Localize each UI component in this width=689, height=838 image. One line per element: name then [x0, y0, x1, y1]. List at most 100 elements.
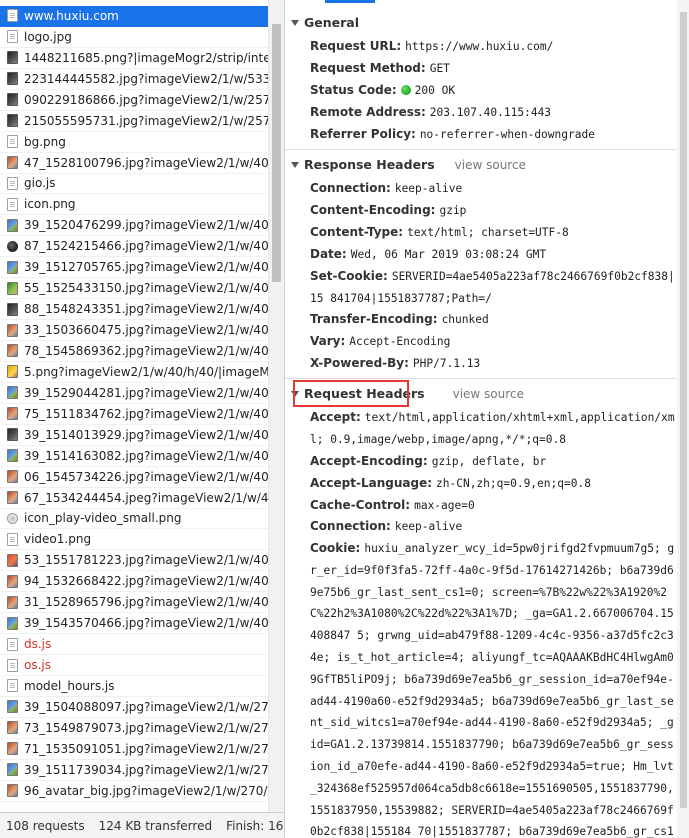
- header-row: Accept-Language: zh-CN,zh;q=0.9,en;q=0.8: [310, 473, 676, 495]
- detail-pane-scrollbar[interactable]: [677, 0, 689, 838]
- header-value: max-age=0: [414, 499, 475, 512]
- request-row[interactable]: 39_1511739034.jpg?imageView2/1/w/270/h/2: [0, 760, 268, 781]
- image-thumbnail-icon: [7, 281, 18, 295]
- request-row[interactable]: 39_1514163082.jpg?imageView2/1/w/40/h/40: [0, 446, 268, 467]
- request-row[interactable]: 53_1551781223.jpg?imageView2/1/w/40/h/40: [0, 550, 268, 572]
- image-thumbnail-icon: [7, 240, 18, 252]
- request-row[interactable]: 06_1545734226.jpg?imageView2/1/w/40/h/40: [0, 467, 268, 488]
- request-list-scrollbar[interactable]: [268, 0, 284, 812]
- request-name: 215055595731.jpg?imageView2/1/w/257/h/14: [24, 113, 268, 128]
- general-section-header[interactable]: General: [285, 11, 677, 34]
- response-headers-title: Response Headers: [304, 157, 435, 172]
- header-value: keep-alive: [394, 520, 463, 533]
- request-view-source-link[interactable]: view source: [453, 387, 524, 401]
- request-row[interactable]: model_hours.js: [0, 676, 268, 697]
- request-row[interactable]: 39_1520476299.jpg?imageView2/1/w/40/h/40: [0, 215, 268, 237]
- request-row[interactable]: 73_1549879073.jpg?imageView2/1/w/270/h/2: [0, 718, 268, 739]
- header-key: Connection:: [310, 181, 391, 195]
- request-row[interactable]: 39_1514013929.jpg?imageView2/1/w/40/h/40: [0, 425, 268, 446]
- image-thumbnail-icon: [7, 365, 18, 379]
- image-thumbnail-icon: [7, 470, 18, 484]
- request-row[interactable]: 223144445582.jpg?imageView2/1/w/533/h/30: [0, 69, 268, 90]
- header-value: Accept-Encoding: [349, 335, 451, 348]
- image-thumbnail-icon: [7, 763, 18, 777]
- request-row[interactable]: gio.js: [0, 174, 268, 195]
- header-key: Accept-Language:: [310, 476, 433, 490]
- request-row[interactable]: www.huxiu.com: [0, 6, 268, 27]
- response-view-source-link[interactable]: view source: [455, 158, 526, 172]
- request-name: model_hours.js: [24, 678, 115, 693]
- request-row[interactable]: 88_1548243351.jpg?imageView2/1/w/40/h/40: [0, 299, 268, 321]
- request-row[interactable]: 39_1529044281.jpg?imageView2/1/w/40/h/40: [0, 383, 268, 404]
- request-row[interactable]: logo.jpg: [0, 27, 268, 48]
- image-thumbnail-icon: [7, 51, 18, 65]
- request-name: 39_1529044281.jpg?imageView2/1/w/40/h/40: [24, 385, 268, 400]
- request-name: 31_1528965796.jpg?imageView2/1/w/40/h/40: [24, 595, 268, 610]
- html-doc-icon: [7, 9, 18, 23]
- request-row[interactable]: 55_1525433150.jpg?imageView2/1/w/40/h/40: [0, 278, 268, 300]
- request-row[interactable]: 75_1511834762.jpg?imageView2/1/w/40/h/40: [0, 404, 268, 425]
- section-divider: [285, 378, 677, 379]
- header-key: Accept-Encoding:: [310, 454, 428, 468]
- request-row[interactable]: bg.png: [0, 132, 268, 153]
- request-list[interactable]: www.huxiu.com logo.jpg 1448211685.png?|ima…: [0, 6, 268, 812]
- request-row[interactable]: 39_1504088097.jpg?imageView2/1/w/270/h/2: [0, 697, 268, 718]
- request-row[interactable]: 47_1528100796.jpg?imageView2/1/w/40/h/40: [0, 153, 268, 174]
- request-row[interactable]: icon.png: [0, 194, 268, 216]
- request-row[interactable]: 5.png?imageView2/1/w/40/h/40/|imageMogr: [0, 362, 268, 383]
- request-row[interactable]: 67_1534244454.jpeg?imageView2/1/w/40/h/4: [0, 488, 268, 509]
- image-thumbnail-icon: [7, 407, 18, 421]
- general-title: General: [304, 15, 359, 30]
- request-name: 33_1503660475.jpg?imageView2/1/w/40/h/40: [24, 323, 268, 338]
- header-row: Connection: keep-alive: [310, 178, 676, 200]
- request-row[interactable]: 94_1532668422.jpg?imageView2/1/w/40/h/40: [0, 571, 268, 593]
- request-row[interactable]: 87_1524215466.jpg?imageView2/1/w/40/h/40: [0, 236, 268, 258]
- image-thumbnail-icon: [7, 742, 18, 756]
- request-row[interactable]: 215055595731.jpg?imageView2/1/w/257/h/14: [0, 111, 268, 132]
- image-thumbnail-icon: [7, 512, 18, 524]
- request-name: 78_1545869362.jpg?imageView2/1/w/40/h/40: [24, 343, 268, 358]
- image-thumbnail-icon: [7, 449, 18, 463]
- request-list-panel: www.huxiu.com logo.jpg 1448211685.png?|ima…: [0, 0, 285, 838]
- request-row[interactable]: icon_play-video_small.png: [0, 509, 268, 530]
- request-name: www.huxiu.com: [24, 8, 119, 23]
- request-row[interactable]: 090229186866.jpg?imageView2/1/w/257/h/14: [0, 90, 268, 111]
- request-row[interactable]: 31_1528965796.jpg?imageView2/1/w/40/h/40: [0, 592, 268, 614]
- request-name: 39_1514163082.jpg?imageView2/1/w/40/h/40: [24, 448, 268, 463]
- request-row[interactable]: 1448211685.png?|imageMogr2/strip/interla…: [0, 48, 268, 69]
- image-thumbnail-icon: [7, 260, 18, 274]
- network-status-bar: 108 requests 124 KB transferred Finish: …: [0, 812, 284, 838]
- image-thumbnail-icon: [7, 700, 18, 714]
- request-row[interactable]: 39_1512705765.jpg?imageView2/1/w/40/h/40: [0, 257, 268, 279]
- header-key: Set-Cookie:: [310, 269, 388, 283]
- request-row[interactable]: 71_1535091051.jpg?imageView2/1/w/270/h/2: [0, 739, 268, 760]
- request-name: 06_1545734226.jpg?imageView2/1/w/40/h/40: [24, 469, 268, 484]
- request-name: 53_1551781223.jpg?imageView2/1/w/40/h/40: [24, 553, 268, 568]
- request-row[interactable]: 33_1503660475.jpg?imageView2/1/w/40/h/40: [0, 320, 268, 341]
- request-name: icon_play-video_small.png: [24, 511, 182, 526]
- request-name: 39_1543570466.jpg?imageView2/1/w/40/h/40: [24, 616, 268, 631]
- request-name: 39_1520476299.jpg?imageView2/1/w/40/h/40: [24, 218, 268, 233]
- request-row[interactable]: os.js: [0, 655, 268, 676]
- response-headers-section-header[interactable]: Response Headers view source: [285, 153, 677, 176]
- request-url-row: Request URL: https://www.huxiu.com/: [310, 36, 676, 58]
- header-row: Cache-Control: max-age=0: [310, 495, 676, 517]
- request-name: 55_1525433150.jpg?imageView2/1/w/40/h/40: [24, 281, 268, 296]
- header-key: Request URL:: [310, 39, 402, 53]
- scrollbar-thumb[interactable]: [680, 12, 687, 808]
- header-value: 200 OK: [414, 84, 456, 97]
- header-value: Wed, 06 Mar 2019 03:08:24 GMT: [350, 248, 547, 261]
- image-thumbnail-icon: [7, 574, 18, 588]
- request-name: icon.png: [24, 197, 76, 212]
- remote-address-row: Remote Address: 203.107.40.115:443: [310, 102, 676, 124]
- request-name: gio.js: [24, 176, 56, 191]
- transferred-size: 124 KB transferred: [98, 818, 213, 833]
- request-row[interactable]: video1.png: [0, 529, 268, 551]
- header-row: Transfer-Encoding: chunked: [310, 309, 676, 331]
- request-row[interactable]: 39_1543570466.jpg?imageView2/1/w/40/h/40: [0, 613, 268, 635]
- request-row[interactable]: ds.js: [0, 634, 268, 656]
- scrollbar-thumb[interactable]: [272, 24, 281, 282]
- request-row[interactable]: 78_1545869362.jpg?imageView2/1/w/40/h/40: [0, 341, 268, 362]
- header-key: Date:: [310, 247, 347, 261]
- request-row[interactable]: 96_avatar_big.jpg?imageView2/1/w/270/h/2: [0, 781, 268, 802]
